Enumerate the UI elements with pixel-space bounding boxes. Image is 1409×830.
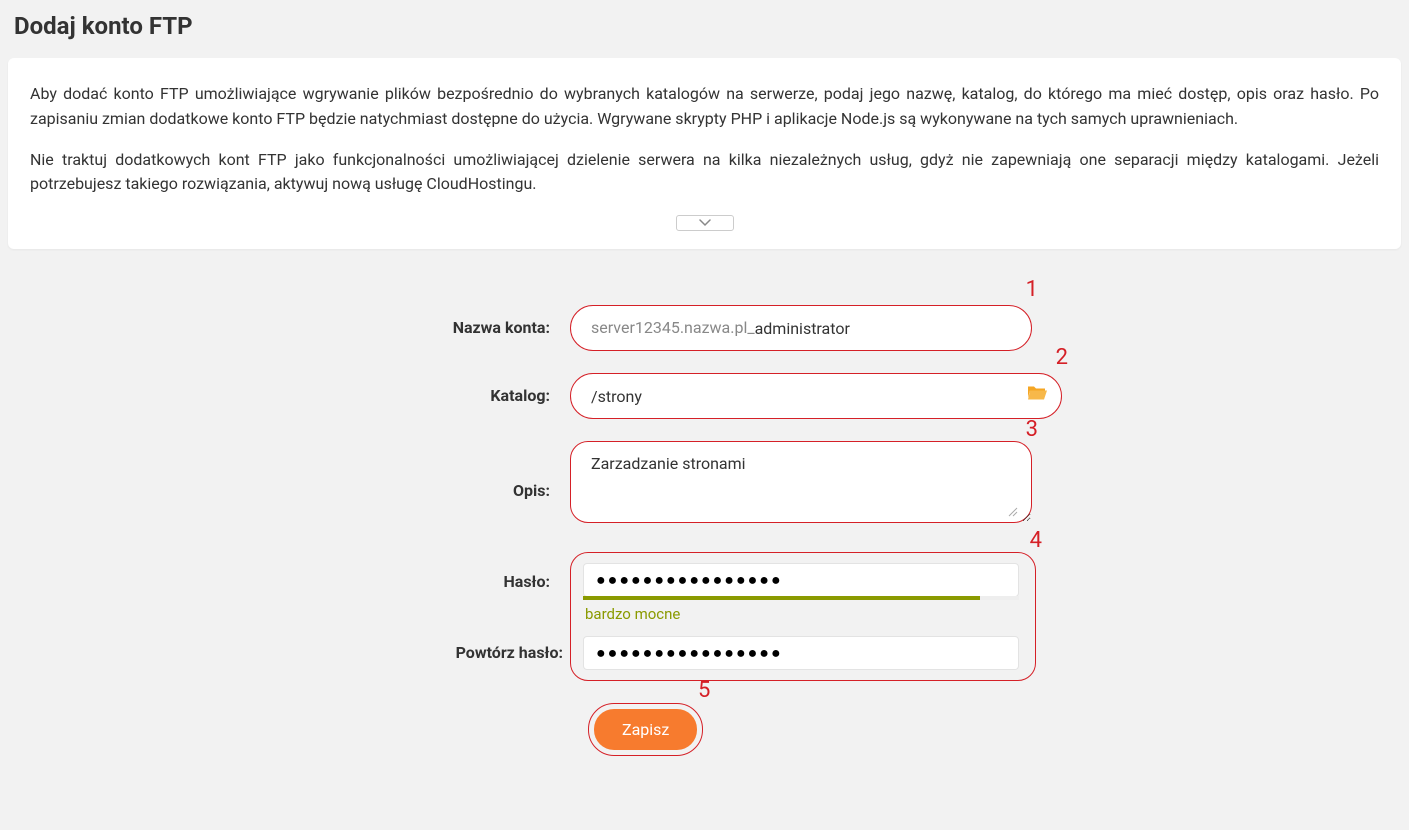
directory-input[interactable] [570, 373, 1062, 419]
step-number-4: 4 [1030, 530, 1042, 552]
password-group: bardzo mocne Powtórz hasło: [570, 552, 1036, 681]
info-panel: Aby dodać konto FTP umożliwiające wgrywa… [8, 58, 1401, 249]
submit-row: 5 Zapisz [588, 703, 1409, 756]
submit-wrap: 5 Zapisz [588, 703, 703, 756]
description-label: Opis: [0, 441, 570, 503]
password-label: Hasło: [0, 552, 570, 594]
ftp-account-form: Nazwa konta: 1 server12345.nazwa.pl_ Kat… [0, 249, 1409, 776]
account-name-prefix: server12345.nazwa.pl_ [591, 316, 755, 340]
account-name-label: Nazwa konta: [0, 316, 570, 340]
account-name-row: Nazwa konta: 1 server12345.nazwa.pl_ [0, 305, 1409, 351]
password-strength-bar [583, 596, 1019, 600]
expand-info-button[interactable] [676, 215, 734, 231]
account-name-input[interactable] [755, 319, 958, 338]
step-number-2: 2 [1056, 347, 1068, 369]
info-paragraph-1: Aby dodać konto FTP umożliwiające wgrywa… [30, 82, 1379, 132]
directory-row: Katalog: 2 [0, 373, 1409, 419]
password-input[interactable] [583, 563, 1019, 597]
description-row: Opis: 3 [0, 441, 1409, 530]
password-group-row: Hasło: 4 bardzo mocne Powtórz hasło: [0, 552, 1409, 681]
password-strength-label: bardzo mocne [585, 603, 1023, 626]
step-number-3: 3 [1026, 419, 1038, 441]
password-repeat-label: Powtórz hasło: [443, 641, 563, 665]
password-row [583, 563, 1023, 597]
directory-label: Katalog: [0, 384, 570, 408]
save-button[interactable]: Zapisz [594, 709, 697, 750]
password-repeat-row: Powtórz hasło: [583, 636, 1023, 670]
info-paragraph-2: Nie traktuj dodatkowych kont FTP jako fu… [30, 148, 1379, 198]
step-number-5: 5 [698, 680, 710, 702]
password-repeat-input[interactable] [583, 636, 1019, 670]
password-strength-fill [583, 596, 980, 600]
account-name-input-wrap[interactable]: server12345.nazwa.pl_ [570, 305, 1032, 351]
chevron-down-icon [699, 219, 711, 227]
page-title: Dodaj konto FTP [0, 0, 1409, 58]
description-input[interactable] [570, 441, 1032, 523]
step-number-1: 1 [1026, 279, 1038, 301]
folder-open-icon[interactable] [1026, 384, 1048, 409]
